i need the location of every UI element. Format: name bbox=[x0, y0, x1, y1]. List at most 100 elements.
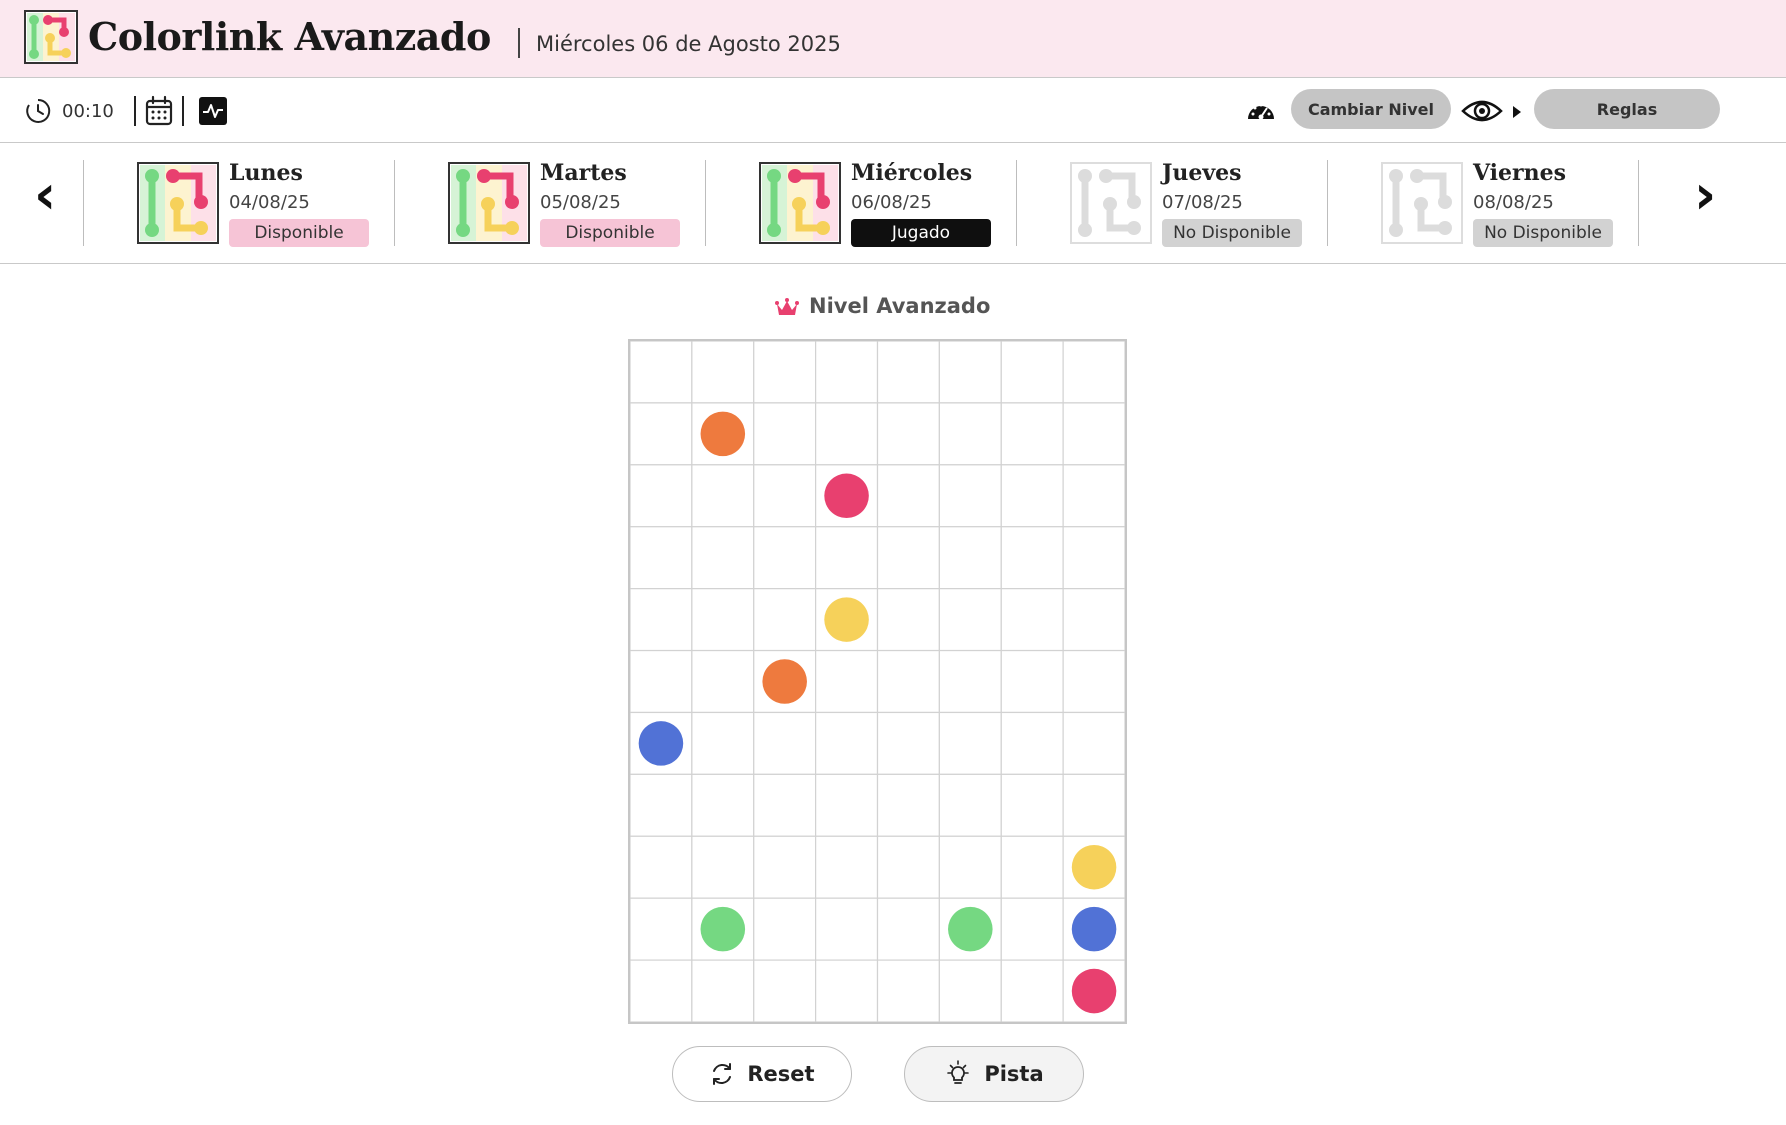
grid-cell[interactable] bbox=[815, 402, 879, 466]
grid-cell[interactable] bbox=[630, 649, 693, 714]
grid-cell[interactable] bbox=[815, 711, 879, 775]
grid-cell[interactable] bbox=[876, 897, 940, 961]
grid-cell[interactable] bbox=[1000, 773, 1064, 837]
grid-cell[interactable] bbox=[815, 959, 879, 1022]
pink-dot[interactable] bbox=[824, 473, 869, 519]
grid-cell[interactable] bbox=[876, 835, 940, 899]
grid-cell[interactable] bbox=[630, 959, 693, 1022]
grid-cell[interactable] bbox=[691, 649, 755, 714]
grid-cell[interactable] bbox=[1062, 649, 1125, 714]
game-board[interactable] bbox=[628, 339, 1127, 1024]
blue-dot[interactable] bbox=[638, 721, 684, 766]
grid-cell[interactable] bbox=[876, 464, 940, 528]
grid-cell[interactable] bbox=[630, 464, 693, 528]
prev-arrow-icon[interactable]: ‹ bbox=[34, 168, 56, 222]
grid-cell[interactable] bbox=[938, 402, 1002, 466]
grid-cell[interactable] bbox=[630, 402, 693, 466]
grid-cell[interactable] bbox=[1000, 649, 1064, 714]
grid-cell[interactable] bbox=[1062, 711, 1125, 775]
yellow-dot[interactable] bbox=[1071, 844, 1117, 890]
board-grid[interactable] bbox=[630, 341, 1125, 1022]
grid-cell[interactable] bbox=[1000, 464, 1064, 528]
orange-dot[interactable] bbox=[762, 659, 807, 704]
grid-cell[interactable] bbox=[876, 526, 940, 590]
grid-cell[interactable] bbox=[1000, 402, 1064, 466]
grid-cell[interactable] bbox=[630, 341, 693, 404]
grid-cell[interactable] bbox=[630, 588, 693, 652]
yellow-dot[interactable] bbox=[824, 597, 869, 642]
grid-cell[interactable] bbox=[1062, 464, 1125, 528]
green-dot[interactable] bbox=[700, 906, 746, 952]
grid-cell[interactable] bbox=[815, 526, 879, 590]
grid-cell[interactable] bbox=[938, 773, 1002, 837]
grid-cell[interactable] bbox=[1062, 773, 1125, 837]
grid-cell[interactable] bbox=[630, 526, 693, 590]
blue-dot[interactable] bbox=[1071, 906, 1117, 952]
grid-cell[interactable] bbox=[1062, 402, 1125, 466]
grid-cell[interactable] bbox=[691, 464, 755, 528]
grid-cell[interactable] bbox=[876, 588, 940, 652]
grid-cell[interactable] bbox=[691, 773, 755, 837]
grid-cell[interactable] bbox=[1000, 341, 1064, 404]
grid-cell[interactable] bbox=[938, 464, 1002, 528]
grid-cell[interactable] bbox=[1000, 588, 1064, 652]
grid-cell[interactable] bbox=[815, 897, 879, 961]
grid-cell[interactable] bbox=[691, 959, 755, 1022]
grid-cell[interactable] bbox=[1000, 959, 1064, 1022]
day-card-viernes[interactable]: Viernes 08/08/25 No Disponible bbox=[1381, 160, 1613, 247]
day-card-jueves[interactable]: Jueves 07/08/25 No Disponible bbox=[1070, 160, 1302, 247]
grid-cell[interactable] bbox=[753, 464, 817, 528]
grid-cell[interactable] bbox=[876, 402, 940, 466]
day-card-martes[interactable]: Martes 05/08/25 Disponible bbox=[448, 160, 680, 247]
grid-cell[interactable] bbox=[1062, 526, 1125, 590]
grid-cell[interactable] bbox=[753, 526, 817, 590]
grid-cell[interactable] bbox=[753, 402, 817, 466]
grid-cell[interactable] bbox=[938, 959, 1002, 1022]
grid-cell[interactable] bbox=[691, 835, 755, 899]
caret-right-icon[interactable] bbox=[1512, 105, 1522, 119]
grid-cell[interactable] bbox=[753, 711, 817, 775]
calendar-icon[interactable] bbox=[145, 95, 173, 127]
grid-cell[interactable] bbox=[630, 835, 693, 899]
grid-cell[interactable] bbox=[753, 341, 817, 404]
grid-cell[interactable] bbox=[876, 711, 940, 775]
grid-cell[interactable] bbox=[753, 835, 817, 899]
speedometer-icon[interactable] bbox=[1246, 97, 1276, 125]
green-dot[interactable] bbox=[948, 906, 993, 952]
grid-cell[interactable] bbox=[691, 526, 755, 590]
grid-cell[interactable] bbox=[938, 835, 1002, 899]
grid-cell[interactable] bbox=[1062, 341, 1125, 404]
eye-icon[interactable] bbox=[1461, 97, 1503, 125]
grid-cell[interactable] bbox=[815, 341, 879, 404]
grid-cell[interactable] bbox=[753, 959, 817, 1022]
grid-cell[interactable] bbox=[815, 773, 879, 837]
grid-cell[interactable] bbox=[691, 588, 755, 652]
grid-cell[interactable] bbox=[876, 649, 940, 714]
grid-cell[interactable] bbox=[691, 341, 755, 404]
grid-cell[interactable] bbox=[1062, 588, 1125, 652]
next-arrow-icon[interactable]: › bbox=[1694, 168, 1716, 222]
day-card-lunes[interactable]: Lunes 04/08/25 Disponible bbox=[137, 160, 369, 247]
grid-cell[interactable] bbox=[691, 711, 755, 775]
reset-button[interactable]: Reset bbox=[672, 1046, 852, 1102]
grid-cell[interactable] bbox=[938, 526, 1002, 590]
grid-cell[interactable] bbox=[938, 649, 1002, 714]
grid-cell[interactable] bbox=[753, 897, 817, 961]
change-level-button[interactable]: Cambiar Nivel bbox=[1291, 89, 1451, 129]
grid-cell[interactable] bbox=[630, 773, 693, 837]
grid-cell[interactable] bbox=[938, 341, 1002, 404]
grid-cell[interactable] bbox=[1000, 835, 1064, 899]
grid-cell[interactable] bbox=[753, 588, 817, 652]
grid-cell[interactable] bbox=[876, 959, 940, 1022]
grid-cell[interactable] bbox=[815, 649, 879, 714]
grid-cell[interactable] bbox=[1000, 897, 1064, 961]
grid-cell[interactable] bbox=[938, 711, 1002, 775]
grid-cell[interactable] bbox=[1000, 526, 1064, 590]
grid-cell[interactable] bbox=[630, 897, 693, 961]
day-card-miercoles[interactable]: Miércoles 06/08/25 Jugado bbox=[759, 160, 991, 247]
activity-icon[interactable] bbox=[199, 97, 227, 125]
grid-cell[interactable] bbox=[1000, 711, 1064, 775]
grid-cell[interactable] bbox=[876, 773, 940, 837]
grid-cell[interactable] bbox=[753, 773, 817, 837]
pink-dot[interactable] bbox=[1071, 968, 1117, 1014]
